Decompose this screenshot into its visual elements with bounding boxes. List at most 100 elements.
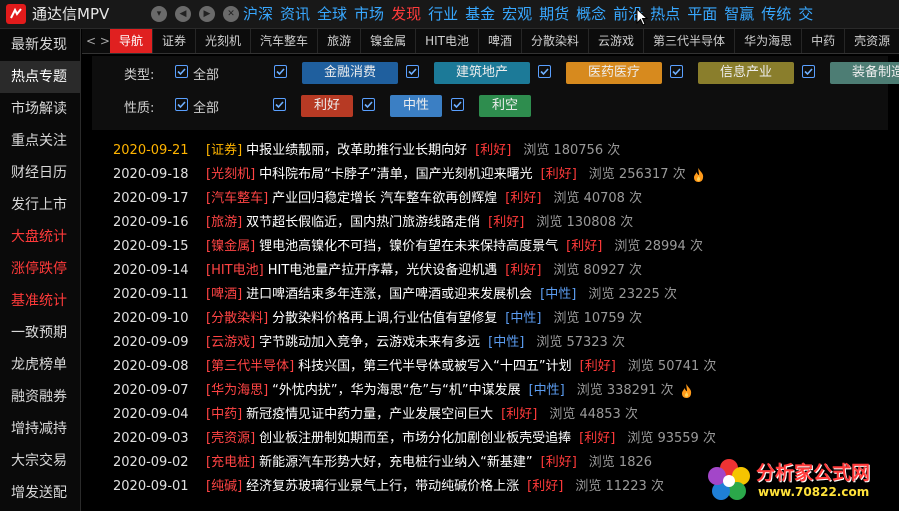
tab[interactable]: 镍金属 [361, 29, 417, 53]
minimize-icon[interactable]: ▾ [151, 6, 167, 22]
sidebar-item[interactable]: 龙虎榜单 [0, 349, 80, 381]
news-headline[interactable]: 中报业绩靓丽，改革助推行业长期向好 [246, 143, 467, 158]
sidebar-item[interactable]: 融资融券 [0, 381, 80, 413]
sidebar-item[interactable]: 增持减持 [0, 413, 80, 445]
news-category[interactable]: [第三代半导体] [206, 359, 294, 374]
news-headline[interactable]: 字节跳动加入竞争，云游戏未来有多远 [259, 335, 480, 350]
sidebar-item[interactable]: 财经日历 [0, 157, 80, 189]
news-headline[interactable]: 分散染料价格再上调,行业估值有望修复 [272, 311, 497, 326]
forward-icon[interactable]: ▶ [199, 6, 215, 22]
news-category[interactable]: [镍金属] [206, 239, 255, 254]
news-category[interactable]: [HIT电池] [206, 263, 264, 278]
news-headline[interactable]: 新冠疫情见证中药力量，产业发展空间巨大 [246, 407, 493, 422]
sidebar-item[interactable]: 大宗交易 [0, 445, 80, 477]
filter-tag[interactable]: 装备制造 [830, 62, 899, 84]
tab[interactable]: 第三代半导体 [644, 29, 736, 53]
news-headline[interactable]: 进口啤酒结束多年连涨，国产啤酒或迎来发展机会 [246, 287, 532, 302]
top-menu-item[interactable]: 全球 [317, 4, 347, 24]
news-headline[interactable]: 经济复苏玻璃行业景气上行，带动纯碱价格上涨 [246, 479, 519, 494]
checkbox-icon[interactable] [451, 98, 464, 111]
tab[interactable]: 导航 [110, 29, 154, 53]
checkbox-icon[interactable] [274, 65, 287, 78]
news-category[interactable]: [壳资源] [206, 431, 255, 446]
tab[interactable]: 分散染料 [522, 29, 590, 53]
news-headline[interactable]: 新能源汽车形势大好，充电桩行业纳入“新基建” [259, 455, 532, 470]
tab[interactable]: 证券 [153, 29, 197, 53]
checkbox-icon[interactable] [538, 65, 551, 78]
sidebar-item[interactable]: 大盘统计 [0, 221, 80, 253]
filter-tag[interactable]: 利空 [479, 95, 531, 117]
news-category[interactable]: [云游戏] [206, 335, 255, 350]
filter-tag[interactable]: 医药医疗 [566, 62, 662, 84]
sidebar-item[interactable]: 市场解读 [0, 93, 80, 125]
top-menu-item[interactable]: 发现 [391, 4, 421, 24]
fire-icon [693, 167, 703, 182]
top-menu-item[interactable]: 资讯 [280, 4, 310, 24]
news-category[interactable]: [分散染料] [206, 311, 268, 326]
news-headline[interactable]: 产业回归稳定增长 汽车整车欲再创辉煌 [272, 191, 497, 206]
news-headline[interactable]: 科技兴国，第三代半导体或被写入“十四五”计划 [298, 359, 571, 374]
filter-tag[interactable]: 利好 [301, 95, 353, 117]
top-menu-item[interactable]: 期货 [539, 4, 569, 24]
sidebar-item[interactable]: 最新发现 [0, 29, 80, 61]
maximize-icon[interactable]: ◀ [175, 6, 191, 22]
news-category[interactable]: [华为海思] [206, 383, 268, 398]
news-headline[interactable]: 锂电池高镍化不可挡，镍价有望在未来保持高度景气 [259, 239, 558, 254]
tab-scroll-arrows[interactable]: < > [86, 29, 110, 53]
filter-tag[interactable]: 中性 [390, 95, 442, 117]
top-menu-item[interactable]: 交 [798, 4, 813, 24]
top-menu-item[interactable]: 基金 [465, 4, 495, 24]
checkbox-icon[interactable] [175, 65, 188, 78]
news-category[interactable]: [证券] [206, 143, 242, 158]
checkbox-icon[interactable] [406, 65, 419, 78]
sidebar-item[interactable]: 基准统计 [0, 285, 80, 317]
news-category[interactable]: [充电桩] [206, 455, 255, 470]
checkbox-icon[interactable] [175, 98, 188, 111]
news-category[interactable]: [旅游] [206, 215, 242, 230]
nature-all-label[interactable]: 全部 [193, 97, 219, 116]
top-menu-item[interactable]: 热点 [650, 4, 680, 24]
top-menu-item[interactable]: 智赢 [724, 4, 754, 24]
sidebar-item[interactable]: 增发送配 [0, 477, 80, 509]
close-icon[interactable]: ✕ [223, 6, 239, 22]
sidebar-item[interactable]: 发行上市 [0, 189, 80, 221]
tab[interactable]: 汽车整车 [251, 29, 319, 53]
news-headline[interactable]: 中科院布局“卡脖子”清单，国产光刻机迎来曙光 [259, 167, 532, 182]
news-category[interactable]: [纯碱] [206, 479, 242, 494]
tab[interactable]: 云游戏 [589, 29, 645, 53]
news-headline[interactable]: “外忧内扰”，华为海思“危”与“机”中谋发展 [272, 383, 520, 398]
checkbox-icon[interactable] [670, 65, 683, 78]
top-menu-item[interactable]: 传统 [761, 4, 791, 24]
sidebar-item[interactable]: 一致预期 [0, 317, 80, 349]
news-category[interactable]: [啤酒] [206, 287, 242, 302]
tab[interactable]: 华为海思 [735, 29, 803, 53]
top-menu-item[interactable]: 宏观 [502, 4, 532, 24]
news-category[interactable]: [汽车整车] [206, 191, 268, 206]
top-menu-item[interactable]: 沪深 [243, 4, 273, 24]
filter-tag[interactable]: 信息产业 [698, 62, 794, 84]
news-category[interactable]: [光刻机] [206, 167, 255, 182]
tab[interactable]: HIT电池 [416, 29, 479, 53]
tab[interactable]: 中药 [802, 29, 846, 53]
filter-tag[interactable]: 建筑地产 [434, 62, 530, 84]
tab[interactable]: 啤酒 [479, 29, 523, 53]
checkbox-icon[interactable] [362, 98, 375, 111]
sidebar-item[interactable]: 涨停跌停 [0, 253, 80, 285]
sidebar-item[interactable]: 热点专题 [0, 61, 80, 93]
news-headline[interactable]: 双节超长假临近，国内热门旅游线路走俏 [246, 215, 480, 230]
sidebar-item[interactable]: 重点关注 [0, 125, 80, 157]
filter-tag[interactable]: 金融消费 [302, 62, 398, 84]
top-menu-item[interactable]: 概念 [576, 4, 606, 24]
news-headline[interactable]: 创业板注册制如期而至，市场分化加剧创业板壳受追捧 [259, 431, 571, 446]
tab[interactable]: 旅游 [318, 29, 362, 53]
top-menu-item[interactable]: 行业 [428, 4, 458, 24]
checkbox-icon[interactable] [802, 65, 815, 78]
type-all-label[interactable]: 全部 [193, 64, 219, 83]
top-menu-item[interactable]: 平面 [687, 4, 717, 24]
news-category[interactable]: [中药] [206, 407, 242, 422]
checkbox-icon[interactable] [273, 98, 286, 111]
top-menu-item[interactable]: 市场 [354, 4, 384, 24]
tab[interactable]: 壳资源 [845, 29, 899, 53]
tab[interactable]: 光刻机 [196, 29, 252, 53]
news-headline[interactable]: HIT电池量产拉开序幕，光伏设备迎机遇 [268, 263, 498, 278]
